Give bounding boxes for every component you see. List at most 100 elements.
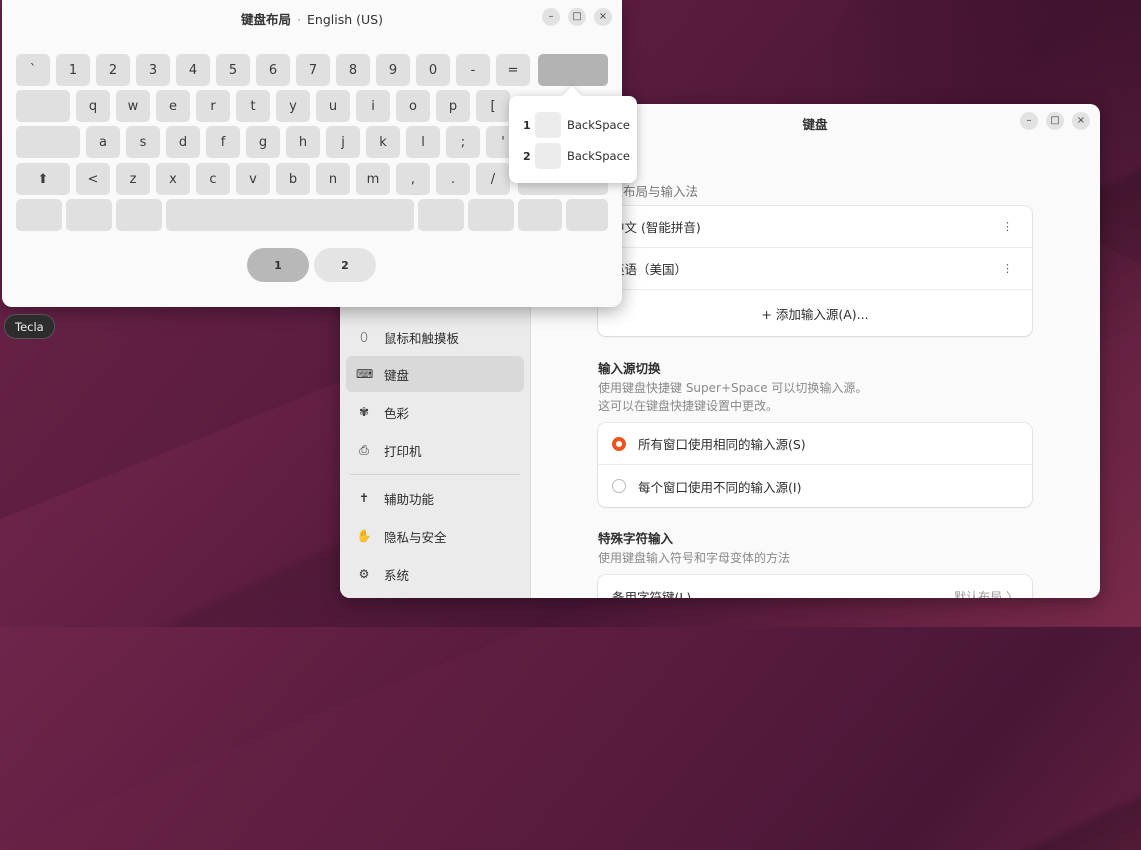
keyboard-key[interactable] bbox=[16, 90, 70, 122]
keyboard-key[interactable]: h bbox=[286, 126, 320, 158]
keyboard-key[interactable]: k bbox=[366, 126, 400, 158]
radio-option-same[interactable]: 所有窗口使用相同的输入源(S) bbox=[598, 423, 1032, 465]
keyboard-key[interactable]: y bbox=[276, 90, 310, 122]
keyboard-key[interactable]: 6 bbox=[256, 54, 290, 86]
input-source-row[interactable]: 中文 (智能拼音) ⋮ bbox=[598, 206, 1032, 248]
input-sources-card: 中文 (智能拼音) ⋮ 英语（美国） ⋮ + 添加输入源(A)... bbox=[598, 206, 1032, 336]
keyboard-key[interactable]: l bbox=[406, 126, 440, 158]
keyboard-key[interactable]: n bbox=[316, 163, 350, 195]
keyboard-icon: ⌨ bbox=[356, 367, 374, 381]
keyboard-key[interactable]: z bbox=[116, 163, 150, 195]
sidebar-item-printer[interactable]: ⎙ 打印机 bbox=[346, 432, 524, 468]
keyboard-key[interactable] bbox=[468, 199, 514, 231]
keyboard-key[interactable]: m bbox=[356, 163, 390, 195]
keyboard-key[interactable]: [ bbox=[476, 90, 510, 122]
keyboard-key[interactable]: , bbox=[396, 163, 430, 195]
maximize-button[interactable]: □ bbox=[568, 8, 586, 26]
backspace-key[interactable] bbox=[538, 54, 608, 86]
keyboard-key[interactable] bbox=[166, 199, 414, 231]
keyboard-key[interactable]: 0 bbox=[416, 54, 450, 86]
close-button[interactable]: × bbox=[1072, 112, 1090, 130]
title-layout: English (US) bbox=[307, 12, 383, 27]
keyboard-key[interactable]: 8 bbox=[336, 54, 370, 86]
keyboard-key[interactable]: = bbox=[496, 54, 530, 86]
sidebar-item-system[interactable]: ⚙ 系统 bbox=[346, 556, 524, 592]
keyboard-key[interactable]: 7 bbox=[296, 54, 330, 86]
privacy-icon: ✋ bbox=[356, 529, 372, 543]
minimize-button[interactable]: – bbox=[542, 8, 560, 26]
keyboard-key[interactable]: < bbox=[76, 163, 110, 195]
minimize-button[interactable]: – bbox=[1020, 112, 1038, 130]
keyboard-key[interactable]: g bbox=[246, 126, 280, 158]
keyboard-key[interactable]: f bbox=[206, 126, 240, 158]
keyboard-key[interactable]: e bbox=[156, 90, 190, 122]
input-source-name: 中文 (智能拼音) bbox=[612, 220, 701, 235]
row-value: 默认布局 〉 bbox=[954, 589, 1018, 599]
keyboard-key[interactable]: . bbox=[436, 163, 470, 195]
keyboard-key[interactable]: b bbox=[276, 163, 310, 195]
radio-selected-icon[interactable] bbox=[612, 436, 626, 451]
keyboard-key[interactable] bbox=[16, 199, 62, 231]
keyboard-key[interactable]: x bbox=[156, 163, 190, 195]
keyboard-key[interactable]: i bbox=[356, 90, 390, 122]
close-button[interactable]: × bbox=[594, 8, 612, 26]
input-source-row[interactable]: 英语（美国） ⋮ bbox=[598, 248, 1032, 290]
keyboard-key[interactable]: r bbox=[196, 90, 230, 122]
keyboard-key[interactable]: u bbox=[316, 90, 350, 122]
add-input-source-button[interactable]: + 添加输入源(A)... bbox=[598, 290, 1032, 336]
sidebar-item-accessibility[interactable]: ✝ 辅助功能 bbox=[346, 480, 524, 516]
level-1-button[interactable]: 1 bbox=[247, 248, 309, 282]
accessibility-icon: ✝ bbox=[358, 491, 370, 505]
shift-key[interactable]: ⬆ bbox=[16, 163, 70, 195]
sidebar-item-mouse[interactable]: ⬯ 鼠标和触摸板 bbox=[346, 319, 524, 355]
level-2-button[interactable]: 2 bbox=[314, 248, 376, 282]
keyboard-key[interactable]: p bbox=[436, 90, 470, 122]
alternate-chars-key-row[interactable]: 备用字符键(L) 默认布局 〉 bbox=[598, 575, 1032, 599]
keyboard-key[interactable] bbox=[518, 199, 562, 231]
keyboard-key[interactable]: w bbox=[116, 90, 150, 122]
keyboard-key[interactable]: 3 bbox=[136, 54, 170, 86]
color-icon: ✾ bbox=[358, 405, 370, 419]
sidebar-item-color[interactable]: ✾ 色彩 bbox=[346, 394, 524, 430]
keyboard-key[interactable]: t bbox=[236, 90, 270, 122]
keyboard-key[interactable] bbox=[566, 199, 608, 231]
keyboard-key[interactable] bbox=[116, 199, 162, 231]
keyboard-key[interactable]: j bbox=[326, 126, 360, 158]
keyboard-key[interactable]: - bbox=[456, 54, 490, 86]
keyboard-key[interactable]: ` bbox=[16, 54, 50, 86]
keyboard-key[interactable]: 9 bbox=[376, 54, 410, 86]
keyboard-key[interactable]: o bbox=[396, 90, 430, 122]
maximize-button[interactable]: □ bbox=[1046, 112, 1064, 130]
sidebar-item-label: 鼠标和触摸板 bbox=[384, 330, 460, 346]
keyboard-key[interactable]: d bbox=[166, 126, 200, 158]
radio-option-different[interactable]: 每个窗口使用不同的输入源(I) bbox=[598, 465, 1032, 507]
sidebar-item-keyboard[interactable]: ⌨ 键盘 bbox=[346, 356, 524, 392]
radio-unselected-icon[interactable] bbox=[612, 479, 626, 493]
kebab-menu-icon[interactable]: ⋮ bbox=[1002, 220, 1013, 233]
window-controls: – □ × bbox=[542, 8, 612, 26]
keyboard-key[interactable]: 4 bbox=[176, 54, 210, 86]
radio-label: 所有窗口使用相同的输入源(S) bbox=[638, 437, 806, 452]
keyboard-key[interactable] bbox=[66, 199, 112, 231]
sidebar-separator bbox=[350, 474, 520, 475]
keyboard-key[interactable]: q bbox=[76, 90, 110, 122]
keyboard-key[interactable]: / bbox=[476, 163, 510, 195]
popover-row: 2 BackSpace bbox=[523, 143, 630, 169]
printer-icon: ⎙ bbox=[359, 442, 369, 457]
keyboard-key[interactable]: ; bbox=[446, 126, 480, 158]
kebab-menu-icon[interactable]: ⋮ bbox=[1002, 262, 1013, 275]
keyboard-key[interactable]: 2 bbox=[96, 54, 130, 86]
keyboard-key[interactable] bbox=[418, 199, 464, 231]
title-main: 键盘布局 bbox=[241, 12, 292, 27]
keyboard-key[interactable]: v bbox=[236, 163, 270, 195]
keyboard-key[interactable]: s bbox=[126, 126, 160, 158]
keyboard-key[interactable] bbox=[16, 126, 80, 158]
switching-options-card: 所有窗口使用相同的输入源(S) 每个窗口使用不同的输入源(I) bbox=[598, 423, 1032, 507]
keyboard-key[interactable]: a bbox=[86, 126, 120, 158]
keyboard-key[interactable]: c bbox=[196, 163, 230, 195]
keyboard-key[interactable]: 1 bbox=[56, 54, 90, 86]
sidebar-item-label: 辅助功能 bbox=[384, 491, 435, 507]
sidebar-item-privacy[interactable]: ✋ 隐私与安全 bbox=[346, 518, 524, 554]
radio-label: 每个窗口使用不同的输入源(I) bbox=[638, 479, 802, 495]
keyboard-key[interactable]: 5 bbox=[216, 54, 250, 86]
